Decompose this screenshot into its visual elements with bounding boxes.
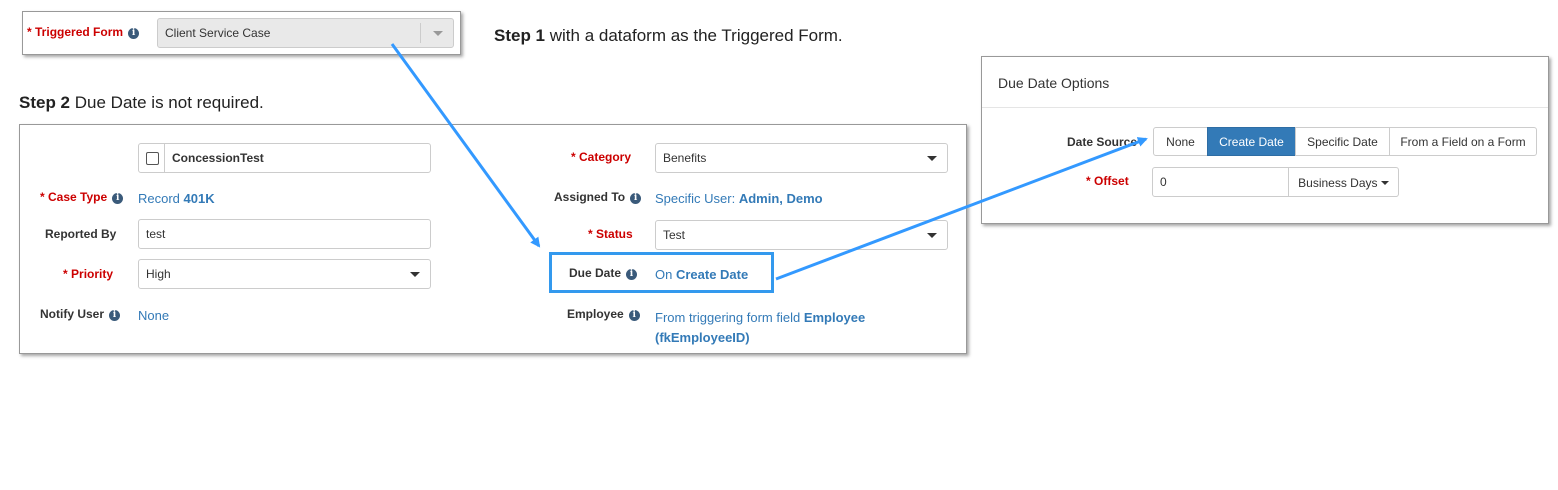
due-date-options-panel: Due Date Options Date Source None Create… (981, 56, 1549, 224)
date-source-label: Date Source (1067, 135, 1138, 149)
offset-input[interactable]: 0 (1152, 167, 1289, 197)
priority-select[interactable]: High (138, 259, 431, 289)
employee-label: Employee i (567, 307, 640, 321)
triggered-form-panel: * Triggered Form i Client Service Case (22, 11, 461, 55)
status-select[interactable]: Test (655, 220, 948, 250)
caret-down-icon (927, 233, 937, 238)
date-source-none-button[interactable]: None (1153, 127, 1208, 156)
caret-down-icon (410, 272, 420, 277)
offset-unit-dropdown[interactable]: Business Days (1288, 167, 1399, 197)
due-date-label: Due Date i (569, 266, 638, 280)
step1-text: Step 1 with a dataform as the Triggered … (494, 26, 843, 45)
assigned-to-value[interactable]: Specific User: Admin, Demo (655, 191, 823, 206)
checkbox-icon[interactable] (146, 152, 159, 165)
assigned-to-label: Assigned To i (554, 190, 642, 204)
notify-user-label: Notify User i (40, 307, 121, 321)
reported-by-input[interactable]: test (138, 219, 431, 249)
status-label: * Status (588, 227, 633, 241)
triggered-form-label: * Triggered Form i (27, 25, 140, 39)
due-date-value[interactable]: On Create Date (655, 267, 748, 282)
info-icon[interactable]: i (128, 28, 140, 39)
step2-text: Step 2 Due Date is not required. (19, 93, 264, 112)
caret-down-icon (927, 156, 937, 161)
caret-down-icon (433, 31, 443, 36)
date-source-create-date-button[interactable]: Create Date (1207, 127, 1296, 156)
priority-label: * Priority (63, 267, 114, 281)
info-icon[interactable]: i (626, 269, 638, 280)
employee-value[interactable]: From triggering form field Employee (fkE… (655, 308, 865, 348)
case-panel: ConcessionTest * Case Type i Record 401K … (19, 124, 967, 354)
notify-user-value[interactable]: None (138, 308, 169, 323)
info-icon[interactable]: i (628, 310, 640, 321)
info-icon[interactable]: i (630, 193, 642, 204)
concession-field[interactable]: ConcessionTest (138, 143, 431, 173)
case-type-label: * Case Type i (40, 190, 124, 204)
category-select[interactable]: Benefits (655, 143, 948, 173)
info-icon[interactable]: i (112, 193, 124, 204)
offset-label: * Offset (1086, 174, 1129, 188)
case-type-value[interactable]: Record 401K (138, 191, 215, 206)
reported-by-label: Reported By (45, 227, 117, 241)
info-icon[interactable]: i (109, 310, 121, 321)
due-date-options-title: Due Date Options (998, 75, 1110, 91)
date-source-form-field-button[interactable]: From a Field on a Form (1389, 127, 1537, 156)
date-source-specific-date-button[interactable]: Specific Date (1295, 127, 1390, 156)
caret-down-icon (1380, 181, 1389, 185)
category-label: * Category (571, 150, 632, 164)
triggered-form-select[interactable]: Client Service Case (157, 18, 454, 48)
